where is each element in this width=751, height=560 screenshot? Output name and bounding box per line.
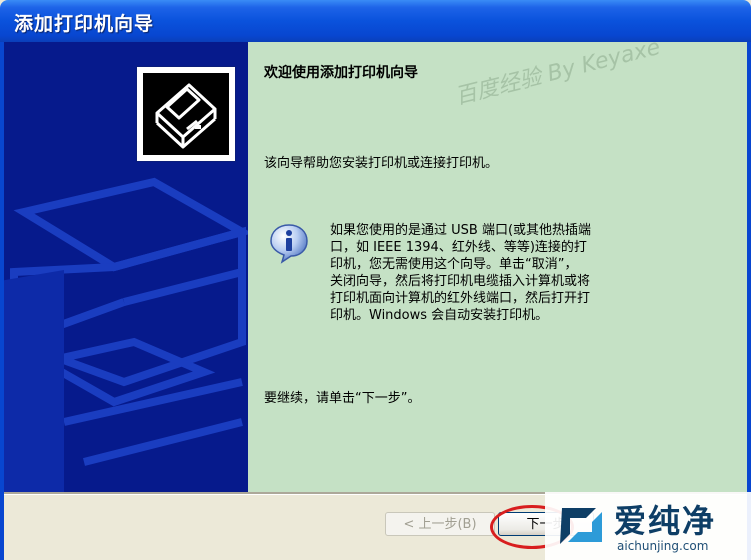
- info-line: 如果您使用的是通过 USB 端口(或其他热插端: [330, 223, 592, 238]
- printer-logo-icon: [136, 66, 236, 162]
- window-title: 添加打印机向导: [14, 13, 155, 35]
- site-logo-url: aichunjing.com: [617, 539, 709, 553]
- info-icon: [268, 222, 310, 264]
- wizard-intro-text: 该向导帮助您安装打印机或连接打印机。: [264, 156, 499, 171]
- wizard-window: 添加打印机向导 欢迎使用添加打印机向导 百度经验 By Keyaxe 该向导帮助…: [0, 0, 751, 560]
- info-line: 口，如 IEEE 1394、红外线、等等)连接的打: [330, 240, 587, 255]
- site-logo-name: 爱纯净: [614, 502, 717, 540]
- info-line: 关闭向导，然后将打印机电缆插入计算机或将: [330, 274, 591, 289]
- info-message: 如果您使用的是通过 USB 端口(或其他热插端 口，如 IEEE 1394、红外…: [330, 222, 722, 324]
- continue-instruction: 要继续，请单击“下一步”。: [264, 391, 421, 406]
- wizard-heading: 欢迎使用添加打印机向导: [264, 65, 418, 81]
- site-logo-icon: [556, 502, 608, 548]
- back-button[interactable]: < 上一步(B): [385, 512, 495, 536]
- info-line: 印机，您无需使用这个向导。单击“取消”，: [330, 257, 578, 272]
- info-line: 打印机面向计算机的红外线端口，然后打开打: [330, 291, 591, 306]
- info-line: 印机。Windows 会自动安装打印机。: [330, 308, 549, 323]
- window-frame-right: [747, 42, 751, 560]
